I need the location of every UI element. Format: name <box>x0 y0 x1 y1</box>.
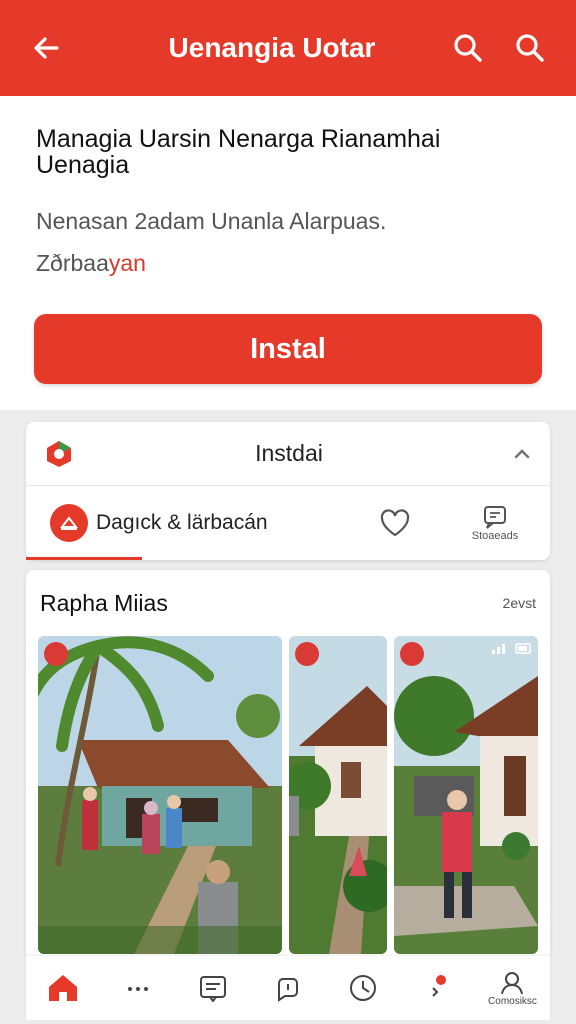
chat-icon <box>277 978 298 1002</box>
install-card-title: Instdai <box>255 440 323 466</box>
list-icon <box>200 976 227 1002</box>
app-bar: Uenangia Uotar <box>0 0 576 96</box>
screenshot-photo-3[interactable] <box>394 636 538 954</box>
message-icon <box>484 506 506 529</box>
more-dots-icon <box>128 987 149 991</box>
photo-gallery[interactable] <box>38 636 538 954</box>
tab-stored[interactable]: Stoaeads <box>440 504 550 542</box>
arrow-left-icon <box>34 37 59 59</box>
app-description: Nenasan 2adam Unanla Alarpuas. Zðrbaayan <box>36 200 540 284</box>
video-badge <box>295 642 319 666</box>
app-name-heading: Managia Uarsin Nenarga Rianamhai Uenagia <box>36 125 441 179</box>
village-house-image <box>38 636 282 954</box>
see-more-link[interactable]: 2evst <box>503 595 536 611</box>
status-icons <box>492 642 532 654</box>
media-header: Rapha Miias 2evst <box>26 570 550 636</box>
video-badge <box>44 642 68 666</box>
nav-home[interactable] <box>33 973 93 1003</box>
tab-details-label: Dagıck & lärbacán <box>96 511 268 534</box>
nav-history[interactable] <box>333 973 393 1003</box>
search-icon <box>454 34 482 62</box>
install-card-header[interactable]: Instdai <box>26 422 550 486</box>
app-title: Uenangia Uotar <box>168 32 376 63</box>
village-house-image <box>289 636 387 954</box>
media-section: Rapha Miias 2evst <box>26 570 550 956</box>
card-tabs: Dagıck & lärbacán Stoaeads <box>26 486 550 560</box>
home-icon <box>49 975 78 1001</box>
install-card: Instdai Dagıck & lärbacán Stoaeads <box>26 422 550 560</box>
search-button[interactable] <box>446 26 490 70</box>
media-title: Rapha Miias <box>40 589 168 616</box>
profile-icon <box>501 971 524 994</box>
heart-icon <box>380 509 410 537</box>
nav-profile[interactable]: Comosiksc <box>482 970 542 1007</box>
description-prefix: Zðrbaa <box>36 250 109 276</box>
description-line-2: Zðrbaayan <box>36 242 540 284</box>
notification-icon <box>431 975 446 997</box>
active-tab-indicator <box>26 557 142 560</box>
signal-icon <box>492 643 531 654</box>
description-line-1: Nenasan 2adam Unanla Alarpuas. <box>36 208 387 234</box>
install-button[interactable]: Instal <box>34 314 542 384</box>
back-button[interactable] <box>24 26 68 70</box>
search-icon <box>516 34 544 62</box>
nav-messages[interactable] <box>258 974 318 1002</box>
tab-stored-label: Stoaeads <box>471 530 519 542</box>
bottom-navigation: Comosiksc <box>26 956 550 1020</box>
chevron-up-icon[interactable] <box>512 444 532 464</box>
nav-profile-label: Comosiksc <box>488 995 537 1007</box>
nav-more[interactable] <box>108 983 168 993</box>
favorite-button[interactable] <box>350 508 440 538</box>
printer-icon <box>50 504 88 542</box>
screenshot-photo-1[interactable] <box>38 636 282 954</box>
tab-details[interactable]: Dagıck & lärbacán <box>26 504 350 542</box>
search-button-secondary[interactable] <box>508 26 552 70</box>
video-badge <box>400 642 424 666</box>
nav-notifications[interactable] <box>408 974 468 1002</box>
nav-list[interactable] <box>183 974 243 1002</box>
village-house-image <box>394 636 538 954</box>
app-info-section: Managia Uarsin Nenarga Rianamhai Uenagia… <box>0 96 576 410</box>
clock-icon <box>349 975 376 1001</box>
description-accent: yan <box>108 250 146 276</box>
screenshot-photo-2[interactable] <box>289 636 387 954</box>
